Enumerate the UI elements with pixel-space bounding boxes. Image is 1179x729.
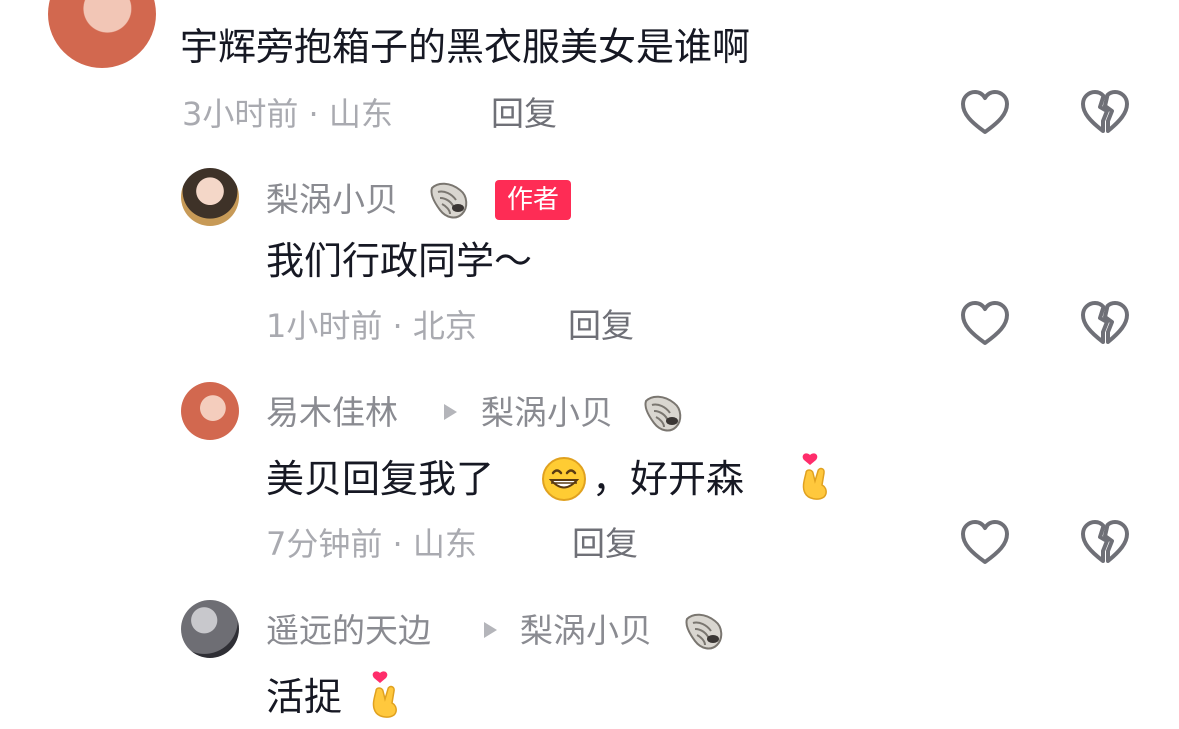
reply-button[interactable]: 回复 (491, 94, 557, 134)
comment-text: 活捉 (266, 675, 343, 719)
avatar[interactable] (181, 382, 239, 440)
comment-text: 我们行政同学～ (266, 239, 533, 283)
reply-arrow-icon (444, 404, 457, 420)
broken-heart-icon[interactable] (1079, 87, 1131, 139)
broken-heart-icon[interactable] (1079, 517, 1131, 569)
reply-arrow-icon (484, 622, 497, 638)
heart-outline-icon[interactable] (959, 87, 1011, 139)
reply-to-name[interactable]: 梨涡小贝 (520, 611, 652, 651)
shell-emoji (642, 391, 684, 433)
comment-text-part-b: ，好开森 (592, 457, 745, 501)
shell-emoji (428, 178, 470, 220)
author-name[interactable]: 梨涡小贝 (266, 180, 398, 220)
avatar[interactable] (181, 600, 239, 658)
broken-heart-icon[interactable] (1079, 298, 1131, 350)
comment-meta: 7分钟前 · 山东 (266, 525, 477, 563)
heart-outline-icon[interactable] (959, 298, 1011, 350)
reply-button[interactable]: 回复 (568, 306, 634, 346)
finger-heart-emoji (366, 666, 406, 722)
heart-outline-icon[interactable] (959, 517, 1011, 569)
author-name[interactable]: 遥远的天边 (266, 611, 431, 651)
comment-meta: 3小时前 · 山东 (182, 95, 393, 133)
grinning-face-emoji (540, 455, 588, 503)
comment-text: 宇辉旁抱箱子的黑衣服美女是谁啊 (180, 25, 751, 69)
avatar[interactable] (181, 168, 239, 226)
avatar[interactable] (48, 0, 156, 68)
author-badge: 作者 (495, 180, 572, 220)
reply-to-name[interactable]: 梨涡小贝 (481, 393, 613, 433)
comment-meta: 1小时前 · 北京 (266, 307, 477, 345)
finger-heart-emoji (796, 448, 836, 504)
reply-button[interactable]: 回复 (572, 524, 638, 564)
shell-emoji (683, 609, 725, 651)
author-name[interactable]: 易木佳林 (266, 393, 398, 433)
comment-text-part-a: 美贝回复我了 (266, 457, 495, 501)
